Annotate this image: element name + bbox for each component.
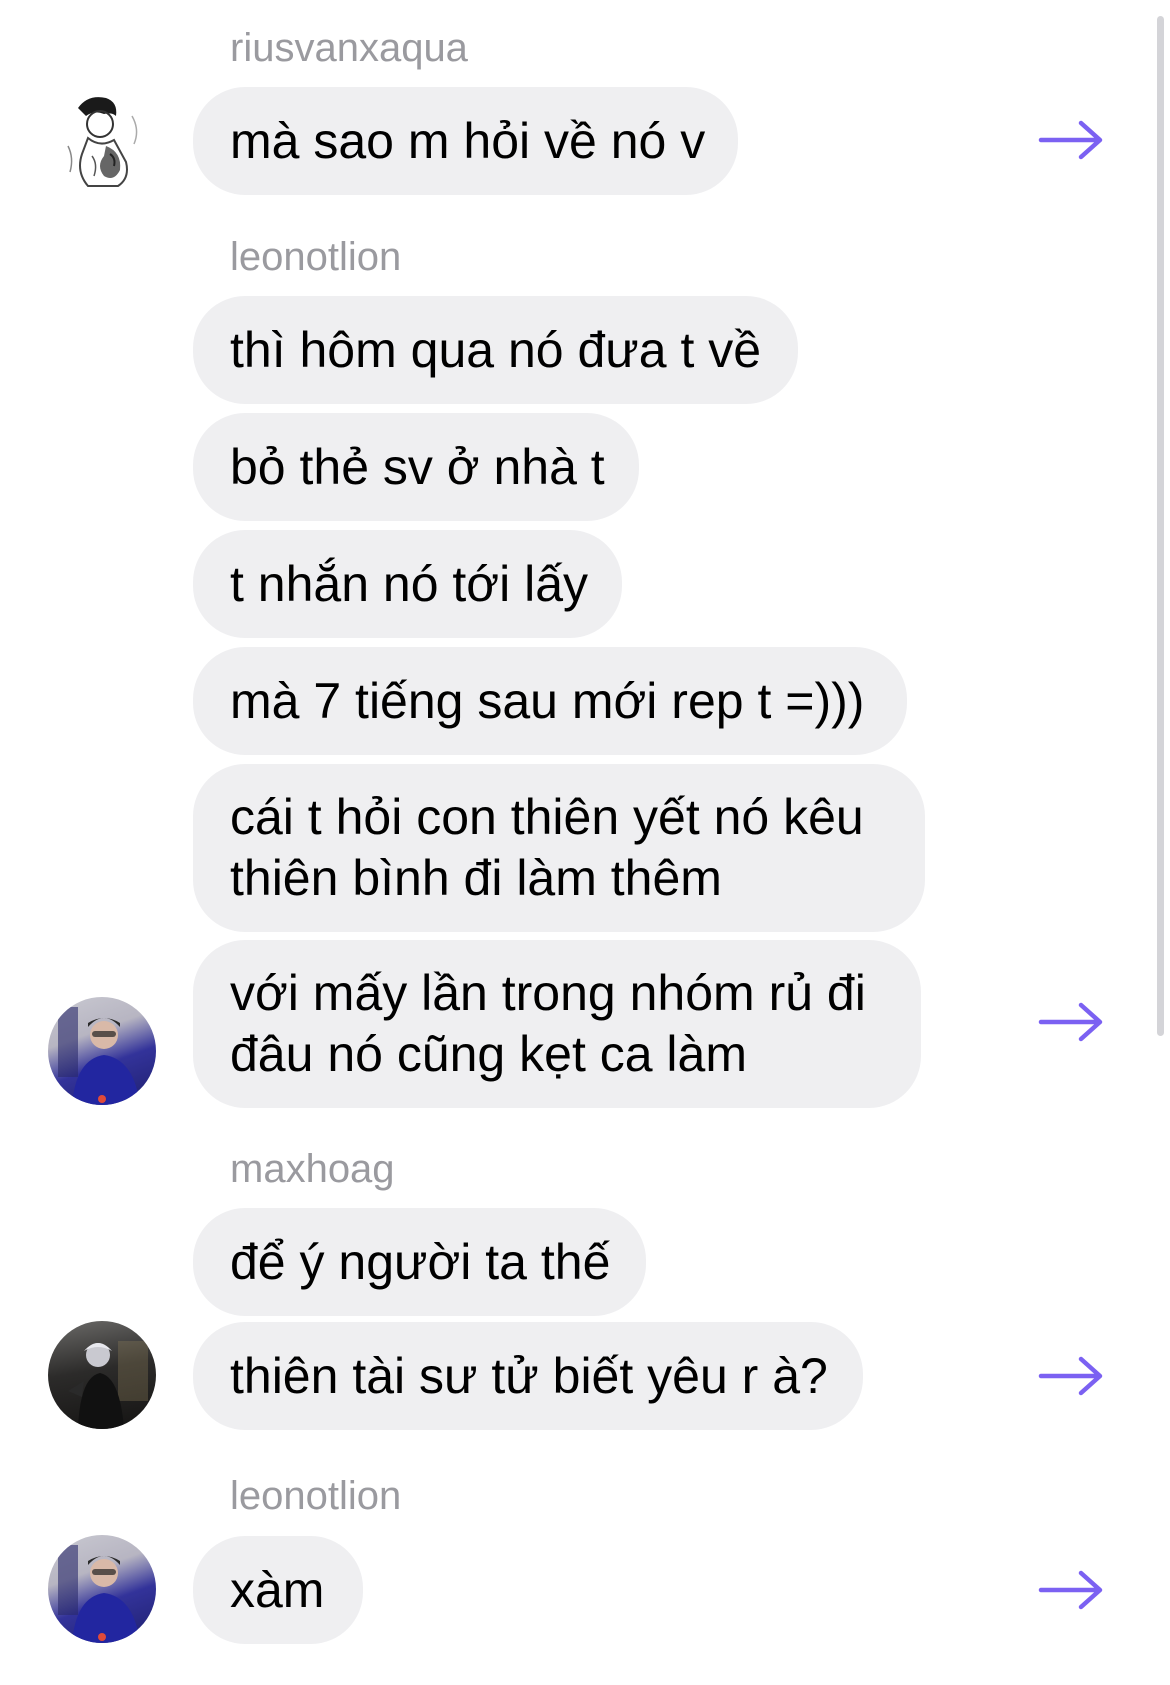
avatar[interactable] xyxy=(48,1535,156,1643)
avatar[interactable] xyxy=(48,86,156,194)
forward-arrow-icon[interactable] xyxy=(1038,1002,1104,1042)
forward-arrow-icon[interactable] xyxy=(1038,1570,1104,1610)
message-bubble[interactable]: xàm xyxy=(193,1536,363,1644)
message-text: xàm xyxy=(230,1561,325,1618)
message-bubble[interactable]: với mấy lần trong nhóm rủ đi đâu nó cũng… xyxy=(193,940,921,1108)
sketch-portrait-icon xyxy=(48,86,156,194)
message-bubble[interactable]: để ý người ta thế xyxy=(193,1208,646,1316)
message-bubble[interactable]: thì hôm qua nó đưa t về xyxy=(193,296,798,404)
avatar[interactable] xyxy=(48,1321,156,1429)
message-bubble[interactable]: mà sao m hỏi về nó v xyxy=(193,87,738,195)
user-photo-icon xyxy=(58,1007,140,1105)
message-text: t nhắn nó tới lấy xyxy=(230,555,589,612)
forward-arrow-icon[interactable] xyxy=(1038,1356,1104,1396)
sender-name: riusvanxaqua xyxy=(230,26,468,70)
message-text: để ý người ta thế xyxy=(230,1233,611,1290)
message-text: mà 7 tiếng sau mới rep t =))) xyxy=(230,672,865,729)
message-text: với mấy lần trong nhóm rủ đi đâu nó cũng… xyxy=(230,965,866,1082)
avatar[interactable] xyxy=(48,997,156,1105)
message-bubble[interactable]: t nhắn nó tới lấy xyxy=(193,530,622,638)
scrollbar[interactable] xyxy=(1157,16,1164,1036)
chat-thread: riusvanxaqua mà sao m hỏi về nó v leonot… xyxy=(0,0,1170,1685)
message-bubble[interactable]: mà 7 tiếng sau mới rep t =))) xyxy=(193,647,907,755)
message-text: bỏ thẻ sv ở nhà t xyxy=(230,438,605,495)
user-photo-icon xyxy=(68,1341,148,1429)
message-text: mà sao m hỏi về nó v xyxy=(230,112,706,169)
message-bubble[interactable]: thiên tài sư tử biết yêu r à? xyxy=(193,1322,863,1430)
sender-name: leonotlion xyxy=(230,235,402,279)
message-bubble[interactable]: bỏ thẻ sv ở nhà t xyxy=(193,413,639,521)
message-text: cái t hỏi con thiên yết nó kêu thiên bìn… xyxy=(230,789,864,906)
message-text: thiên tài sư tử biết yêu r à? xyxy=(230,1347,828,1404)
forward-arrow-icon[interactable] xyxy=(1038,120,1104,160)
sender-name: maxhoag xyxy=(230,1147,395,1191)
user-photo-icon xyxy=(58,1545,140,1643)
message-text: thì hôm qua nó đưa t về xyxy=(230,321,762,378)
message-bubble[interactable]: cái t hỏi con thiên yết nó kêu thiên bìn… xyxy=(193,764,925,932)
sender-name: leonotlion xyxy=(230,1474,402,1518)
